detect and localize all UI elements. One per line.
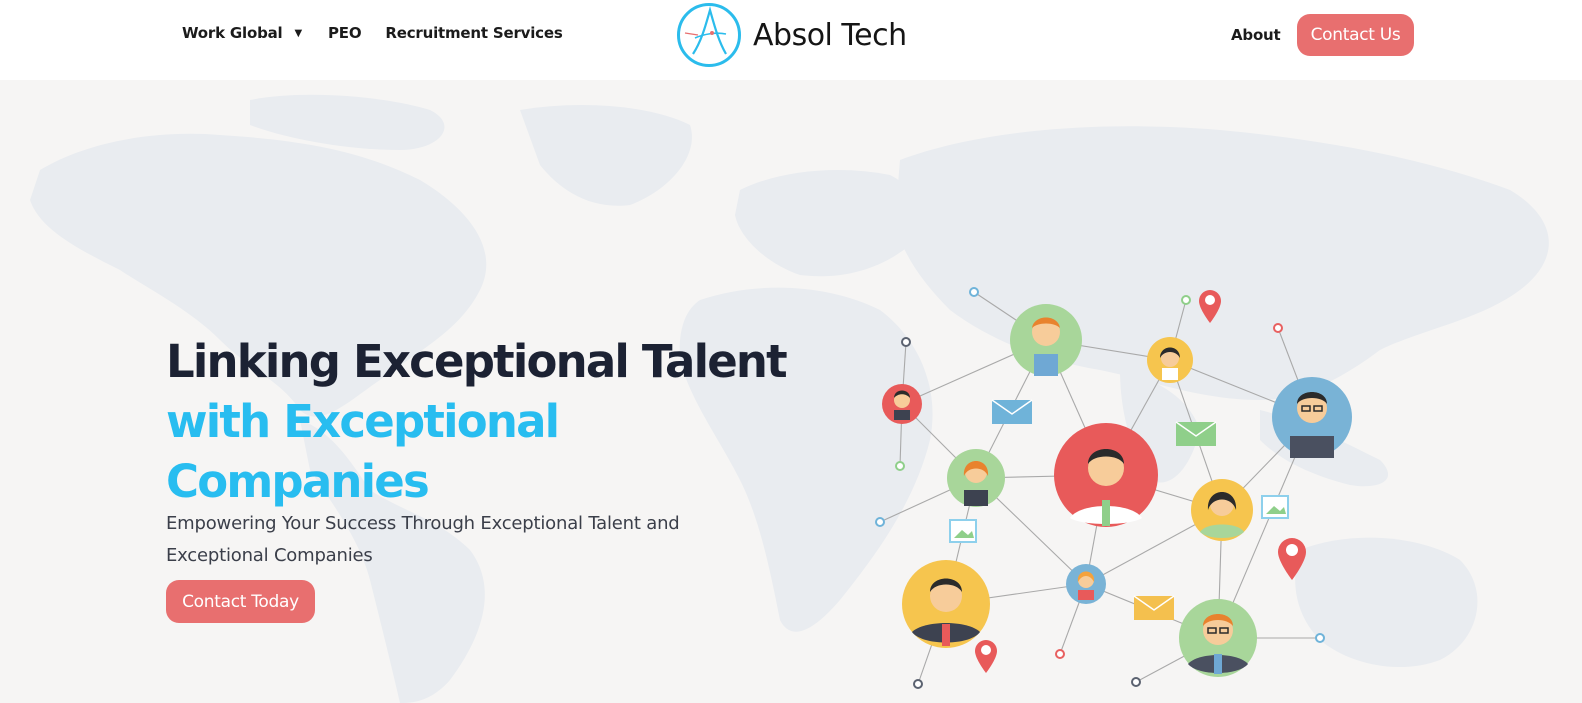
absol-tech-logo-icon [677, 3, 741, 67]
site-header: Work Global ▼ PEO Recruitment Services A… [0, 0, 1582, 80]
logo-text: Absol Tech [753, 17, 907, 53]
caret-down-icon: ▼ [294, 27, 302, 39]
brand-logo[interactable]: Absol Tech [676, 2, 907, 68]
nav-work-global-label: Work Global [182, 24, 283, 42]
contact-today-button[interactable]: Contact Today [166, 580, 315, 623]
people-network-illustration [875, 287, 1352, 689]
nav-work-global[interactable]: Work Global ▼ [182, 24, 302, 42]
hero-section: Linking Exceptional Talent with Exceptio… [0, 80, 1582, 703]
main-nav: Work Global ▼ PEO Recruitment Services [182, 24, 563, 42]
contact-us-button[interactable]: Contact Us [1297, 14, 1414, 56]
headline-accent: with Exceptional Companies [166, 395, 560, 508]
nav-peo[interactable]: PEO [328, 24, 362, 42]
hero-subtext: Empowering Your Success Through Exceptio… [166, 513, 680, 566]
nav-recruitment-services[interactable]: Recruitment Services [385, 24, 562, 42]
headline-dark: Linking Exceptional Talent [166, 335, 788, 388]
hero-headline: Linking Exceptional Talent with Exceptio… [166, 332, 806, 512]
nav-about[interactable]: About [1231, 26, 1281, 44]
